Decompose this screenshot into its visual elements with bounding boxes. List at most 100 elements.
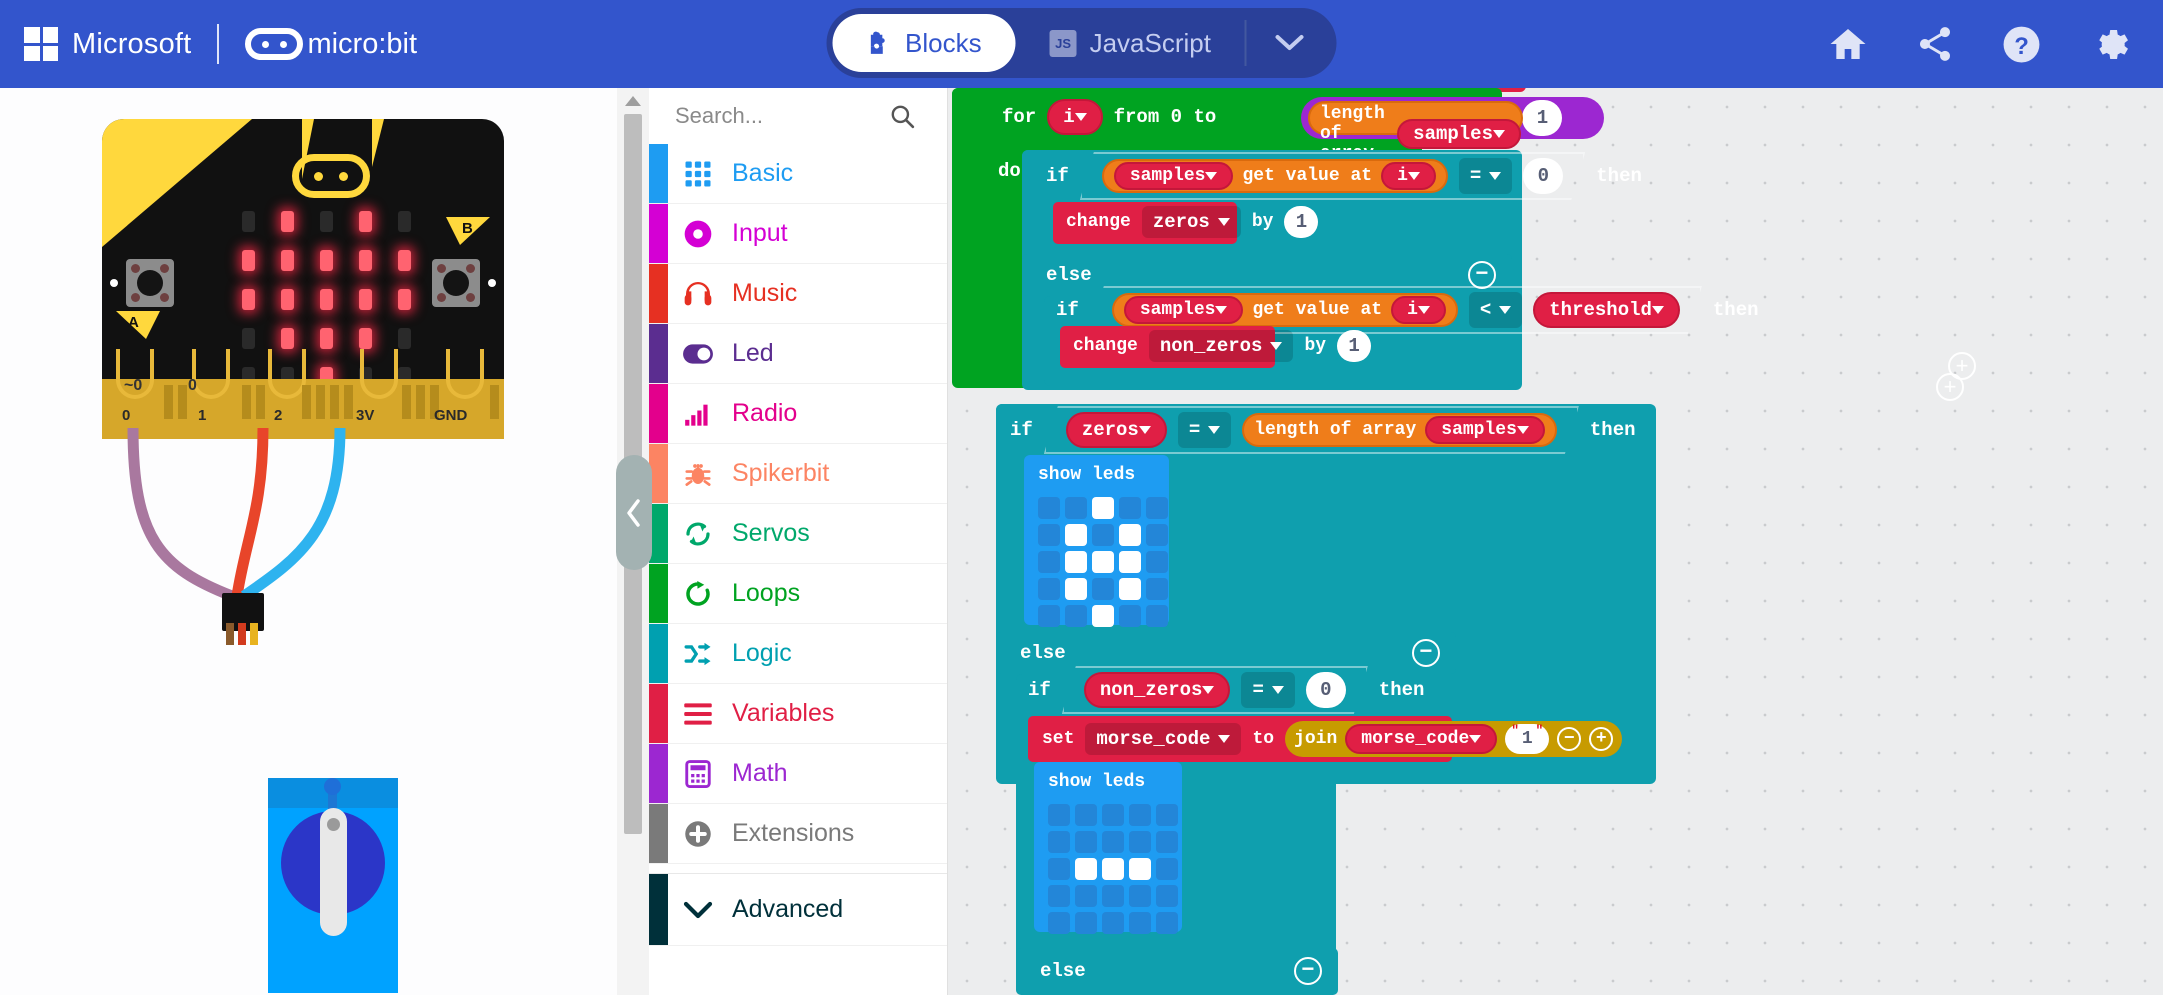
subtract-operand[interactable]: 1 xyxy=(1522,100,1563,136)
led-cell[interactable] xyxy=(1075,858,1097,880)
led-cell[interactable] xyxy=(1129,858,1151,880)
led-cell[interactable] xyxy=(1092,524,1114,546)
led-cell[interactable] xyxy=(1048,885,1070,907)
led-cell[interactable] xyxy=(359,250,372,271)
led-cell[interactable] xyxy=(1092,497,1114,519)
compare-operand-zero[interactable]: 0 xyxy=(1523,158,1563,194)
home-icon[interactable] xyxy=(1827,24,1869,64)
led-cell[interactable] xyxy=(1102,885,1124,907)
toolbox-item-advanced[interactable]: Advanced xyxy=(649,874,947,946)
led-cell[interactable] xyxy=(1075,912,1097,934)
led-cell[interactable] xyxy=(1038,605,1060,627)
led-cell[interactable] xyxy=(1146,578,1168,600)
block-change-zeros[interactable]: change zeros by 1 xyxy=(1053,202,1319,244)
pin-ring-2[interactable] xyxy=(268,349,306,399)
threshold-variable[interactable]: threshold xyxy=(1533,292,1680,328)
led-cell[interactable] xyxy=(1119,497,1141,519)
led-cell[interactable] xyxy=(1102,858,1124,880)
pin-ring-1[interactable] xyxy=(192,349,230,399)
condition-zeros-equals-length[interactable]: zeros = length of array samples xyxy=(1044,406,1579,454)
led-cell[interactable] xyxy=(1075,804,1097,826)
led-cell[interactable] xyxy=(1102,804,1124,826)
led-cell[interactable] xyxy=(1129,831,1151,853)
length-array-variable-2[interactable]: samples xyxy=(1425,416,1545,444)
compare-operand-zero-2[interactable]: 0 xyxy=(1306,672,1346,708)
collapse-minus-icon-3[interactable]: − xyxy=(1294,957,1322,985)
led-cell[interactable] xyxy=(1156,885,1178,907)
block-show-leds-2[interactable]: show leds xyxy=(1034,762,1182,934)
collapse-toolbox-button[interactable] xyxy=(616,455,652,570)
toolbox-item-spikerbit[interactable]: Spikerbit xyxy=(649,444,947,504)
block-change-non-zeros[interactable]: change non_zeros by 1 xyxy=(1060,326,1372,368)
change-zeros-variable[interactable]: zeros xyxy=(1141,206,1241,238)
search-input[interactable] xyxy=(675,103,875,129)
block-length-of-array-2[interactable]: length of array samples xyxy=(1242,413,1557,447)
condition-samples-equals-zero[interactable]: samples get value at i = 0 xyxy=(1080,152,1585,200)
led-cell[interactable] xyxy=(320,250,333,271)
block-else-bar-bottom[interactable]: else − xyxy=(1016,948,1338,995)
led-cell[interactable] xyxy=(1146,551,1168,573)
led-cell[interactable] xyxy=(1129,885,1151,907)
led-cell[interactable] xyxy=(359,289,372,310)
toolbox-item-music[interactable]: Music xyxy=(649,264,947,324)
zeros-variable[interactable]: zeros xyxy=(1066,412,1167,448)
toolbox-item-loops[interactable]: Loops xyxy=(649,564,947,624)
led-cell[interactable] xyxy=(1065,524,1087,546)
non-zeros-variable[interactable]: non_zeros xyxy=(1084,672,1231,708)
led-cell[interactable] xyxy=(1065,605,1087,627)
led-cell[interactable] xyxy=(242,250,255,271)
led-cell[interactable] xyxy=(1129,912,1151,934)
led-cell[interactable] xyxy=(1038,497,1060,519)
for-index-variable[interactable]: i xyxy=(1047,99,1103,135)
change-non-zeros-variable[interactable]: non_zeros xyxy=(1148,330,1294,362)
led-cell[interactable] xyxy=(1119,551,1141,573)
add-else-outer-icon[interactable]: + xyxy=(1936,373,1964,401)
pin-ring-gnd[interactable] xyxy=(446,349,484,399)
toolbox-item-radio[interactable]: Radio xyxy=(649,384,947,444)
compare-operator-equals-2[interactable]: = xyxy=(1178,412,1231,448)
set-morse-variable[interactable]: morse_code xyxy=(1085,723,1242,755)
led-cell[interactable] xyxy=(1038,578,1060,600)
tab-javascript[interactable]: JS JavaScript xyxy=(1016,14,1245,72)
led-cell[interactable] xyxy=(1146,497,1168,519)
simulator-button-a[interactable] xyxy=(126,259,174,307)
led-cell[interactable] xyxy=(242,328,255,349)
led-cell[interactable] xyxy=(1156,804,1178,826)
scroll-up-icon[interactable] xyxy=(624,94,642,108)
toolbox-item-math[interactable]: Math xyxy=(649,744,947,804)
collapse-minus-icon-2[interactable]: − xyxy=(1412,639,1440,667)
led-cell[interactable] xyxy=(1156,831,1178,853)
led-cell[interactable] xyxy=(1075,831,1097,853)
settings-icon[interactable] xyxy=(2088,24,2129,65)
led-cell[interactable] xyxy=(1146,605,1168,627)
led-cell[interactable] xyxy=(398,211,411,232)
toolbox-item-input[interactable]: Input xyxy=(649,204,947,264)
pin-ring-3v[interactable] xyxy=(360,349,398,399)
condition-non-zeros-equals-zero[interactable]: non_zeros = 0 xyxy=(1062,666,1368,714)
led-cell[interactable] xyxy=(1119,524,1141,546)
led-cell[interactable] xyxy=(1156,858,1178,880)
led-cell[interactable] xyxy=(1092,578,1114,600)
toolbox-item-variables[interactable]: Variables xyxy=(649,684,947,744)
led-cell[interactable] xyxy=(1065,551,1087,573)
led-cell[interactable] xyxy=(242,211,255,232)
length-array-variable[interactable]: samples xyxy=(1397,119,1521,149)
led-cell[interactable] xyxy=(1048,858,1070,880)
led-cell[interactable] xyxy=(320,328,333,349)
led-cell[interactable] xyxy=(1129,804,1151,826)
led-cell[interactable] xyxy=(359,328,372,349)
compare-operator-less-than[interactable]: < xyxy=(1469,292,1522,328)
led-cell[interactable] xyxy=(1102,912,1124,934)
led-cell[interactable] xyxy=(281,289,294,310)
led-cell[interactable] xyxy=(398,328,411,349)
toolbox-item-basic[interactable]: Basic xyxy=(649,144,947,204)
join-remove-icon[interactable]: − xyxy=(1557,727,1582,751)
led-cell[interactable] xyxy=(320,211,333,232)
block-show-leds-1[interactable]: show leds xyxy=(1024,455,1169,627)
led-pattern-editor-2[interactable] xyxy=(1048,804,1178,934)
block-get-value-at-threshold[interactable]: samples get value at i xyxy=(1112,293,1458,327)
led-cell[interactable] xyxy=(1146,524,1168,546)
get-value-array[interactable]: samples xyxy=(1114,162,1234,190)
led-cell[interactable] xyxy=(1065,578,1087,600)
collapse-minus-icon[interactable]: − xyxy=(1468,261,1496,289)
